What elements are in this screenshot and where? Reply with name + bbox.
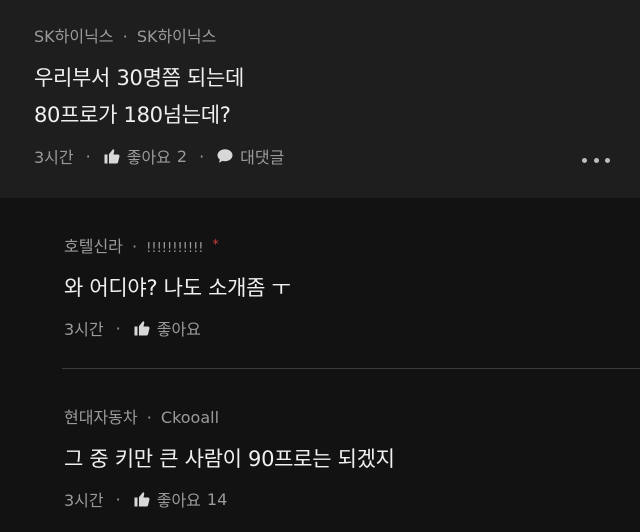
author-company[interactable]: SK하이닉스 xyxy=(137,27,217,46)
action-separator: · xyxy=(115,318,121,338)
main-comment: SK하이닉스 · SK하이닉스 우리부서 30명쯤 되는데 80프로가 180넘… xyxy=(0,0,640,198)
reply-divider xyxy=(62,368,640,369)
like-label: 좋아요 xyxy=(126,148,171,167)
reply-label: 대댓글 xyxy=(240,148,285,167)
like-button[interactable]: 좋아요 14 xyxy=(133,487,228,511)
like-button[interactable]: 좋아요 2 xyxy=(103,144,187,168)
more-dots-icon[interactable] xyxy=(582,150,610,170)
comment-text-line-2: 80프로가 180넘는데? xyxy=(34,103,231,127)
action-separator: · xyxy=(85,146,91,166)
like-count: 14 xyxy=(206,489,228,509)
author-name[interactable]: SK하이닉스 xyxy=(34,27,114,46)
like-button[interactable]: 좋아요 xyxy=(133,316,201,340)
reply-time: 3시간 xyxy=(64,491,104,510)
author-company[interactable]: !!!!!!!!!!! xyxy=(146,241,203,256)
reply-text: 그 중 키만 큰 사람이 90프로는 되겠지 xyxy=(64,447,395,471)
comment-actions: 3시간 · 좋아요 2 · 대댓글 xyxy=(34,144,284,168)
action-separator: · xyxy=(115,489,121,509)
author-company[interactable]: Ckooall xyxy=(161,408,219,427)
comment-meta: SK하이닉스 · SK하이닉스 xyxy=(34,23,216,47)
reply-actions: 3시간 · 좋아요 14 xyxy=(64,487,227,511)
reply-meta: 현대자동차 · Ckooall xyxy=(64,404,219,428)
reply-actions: 3시간 · 좋아요 xyxy=(64,316,201,340)
thumbs-up-icon xyxy=(104,149,120,164)
reply-button[interactable]: 대댓글 xyxy=(216,144,284,168)
reply-meta: 호텔신라 · !!!!!!!!!!! * xyxy=(64,233,219,257)
speech-bubble-icon xyxy=(217,149,233,163)
author-name[interactable]: 현대자동차 xyxy=(64,408,138,427)
meta-separator: · xyxy=(131,237,138,256)
comment-time: 3시간 xyxy=(34,148,74,167)
like-count: 2 xyxy=(176,146,188,166)
thumbs-up-icon xyxy=(134,321,150,336)
action-separator: · xyxy=(199,146,205,166)
verified-star: * xyxy=(212,237,219,251)
like-label: 좋아요 xyxy=(156,491,201,510)
reply-text: 와 어디야? 나도 소개좀 ㅜ xyxy=(64,276,291,300)
comment-text-line-1: 우리부서 30명쯤 되는데 xyxy=(34,66,245,90)
thumbs-up-icon xyxy=(134,492,150,507)
meta-separator: · xyxy=(122,27,128,46)
meta-separator: · xyxy=(146,408,152,427)
author-name[interactable]: 호텔신라 xyxy=(64,237,123,256)
like-label: 좋아요 xyxy=(156,320,201,339)
reply-time: 3시간 xyxy=(64,320,104,339)
